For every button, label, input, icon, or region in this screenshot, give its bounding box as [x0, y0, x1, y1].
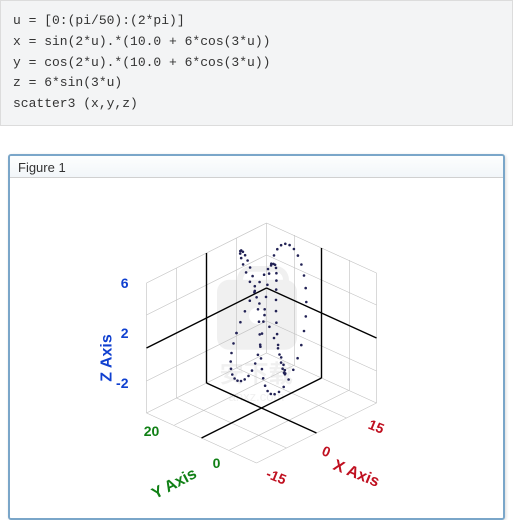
y-tick: 20 [144, 423, 160, 439]
z-axis-label: Z Axis [99, 334, 116, 382]
grid-box [147, 223, 377, 463]
y-axis-label: Y Axis [149, 465, 199, 503]
y-tick: 0 [213, 455, 221, 471]
x-tick: -15 [264, 465, 289, 487]
code-line: z = 6*sin(3*u) [13, 75, 122, 90]
x-tick: 0 [320, 442, 333, 460]
z-tick: -2 [116, 375, 129, 391]
figure-window: Figure 1 安下载 anxz.com [8, 154, 505, 520]
code-line: scatter3 (x,y,z) [13, 96, 138, 111]
plot-area[interactable]: 安下载 anxz.com [10, 178, 503, 518]
figure-title: Figure 1 [10, 156, 503, 178]
code-block: u = [0:(pi/50):(2*pi)] x = sin(2*u).*(10… [0, 0, 513, 126]
code-line: y = cos(2*u).*(10.0 + 6*cos(3*u)) [13, 55, 270, 70]
x-tick: 15 [366, 416, 387, 437]
z-tick: 6 [121, 275, 129, 291]
scatter-points [229, 242, 307, 395]
scatter3-plot: 6 2 -2 Z Axis 20 0 Y Axis -15 0 15 X Axi… [10, 178, 503, 518]
z-tick: 2 [121, 325, 129, 341]
code-line: x = sin(2*u).*(10.0 + 6*cos(3*u)) [13, 34, 270, 49]
code-line: u = [0:(pi/50):(2*pi)] [13, 13, 185, 28]
x-axis-label: X Axis [331, 457, 382, 491]
